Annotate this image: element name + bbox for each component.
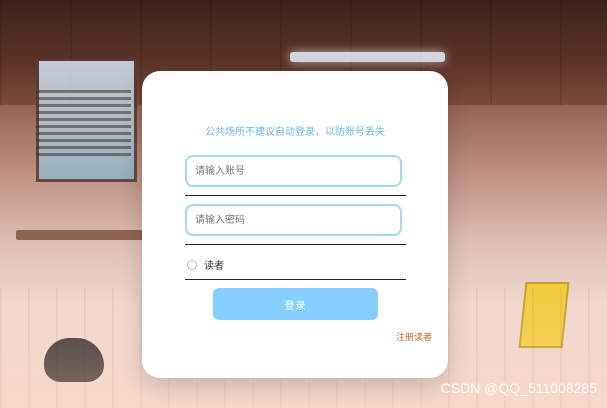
divider bbox=[185, 195, 406, 196]
security-hint: 公共场所不建议自动登录，以防账号丢失 bbox=[205, 127, 385, 138]
divider bbox=[185, 244, 406, 245]
register-link[interactable]: 注册读者 bbox=[396, 330, 432, 343]
login-button[interactable]: 登录 bbox=[213, 288, 378, 320]
login-card: 公共场所不建议自动登录，以防账号丢失 读者 登录 注册读者 bbox=[142, 71, 448, 378]
divider bbox=[185, 279, 406, 280]
account-input[interactable] bbox=[187, 157, 400, 185]
role-label: 读者 bbox=[204, 261, 224, 272]
role-option-reader[interactable]: 读者 bbox=[187, 257, 224, 272]
desk bbox=[16, 230, 146, 240]
radio-button[interactable] bbox=[187, 259, 197, 270]
window-blinds bbox=[36, 90, 131, 156]
password-field[interactable] bbox=[185, 204, 402, 236]
password-input[interactable] bbox=[187, 206, 400, 234]
account-field[interactable] bbox=[185, 155, 402, 187]
ceiling-light bbox=[290, 52, 445, 62]
watermark: CSDN @QQ_511008285 bbox=[440, 380, 597, 396]
